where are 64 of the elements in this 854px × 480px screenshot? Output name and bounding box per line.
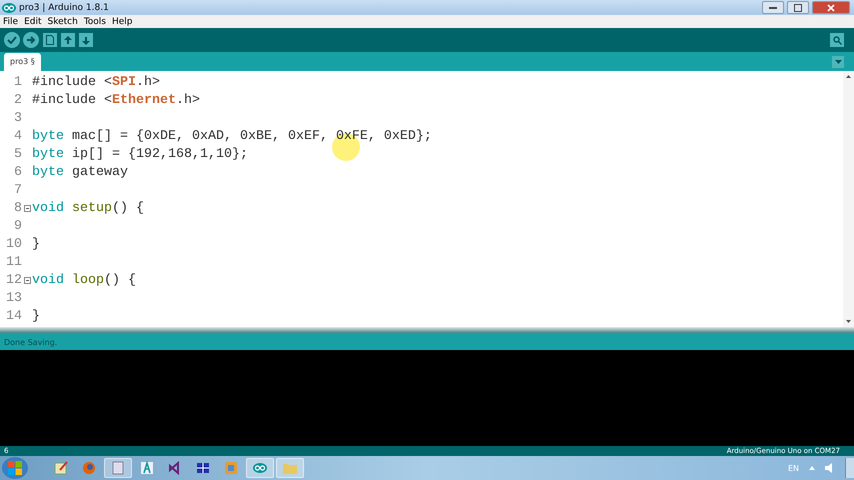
- code-line: }: [32, 236, 40, 252]
- code-line: #include <Ethernet.h>: [32, 92, 200, 108]
- arduino-app-icon[interactable]: [246, 458, 274, 478]
- document-icon: [46, 35, 54, 45]
- scroll-down-icon[interactable]: [846, 320, 851, 323]
- right-arrow-icon: [26, 36, 36, 44]
- maximize-icon: [794, 4, 802, 12]
- status-message: Done Saving.: [4, 338, 58, 346]
- maximize-button[interactable]: [787, 1, 809, 14]
- search-icon: [832, 36, 842, 44]
- line-number: 7: [13, 182, 22, 198]
- menu-item[interactable]: Help: [112, 16, 133, 26]
- line-number: 4: [13, 128, 22, 144]
- code-line: }: [32, 308, 40, 324]
- menu-item[interactable]: Edit: [24, 16, 42, 26]
- caret-icon: [834, 60, 842, 64]
- start-button[interactable]: [2, 457, 28, 479]
- code-line: #include <SPI.h>: [32, 74, 160, 90]
- document-app-icon[interactable]: [104, 458, 132, 478]
- sketch-tab[interactable]: pro3 §: [4, 53, 41, 71]
- speaker-icon[interactable]: [825, 463, 835, 473]
- line-number: 1: [13, 74, 22, 90]
- line-number: 5: [13, 146, 22, 162]
- code-line: byte gateway: [32, 164, 128, 180]
- scroll-up-icon[interactable]: [846, 75, 851, 78]
- collapse-icon[interactable]: [24, 204, 30, 212]
- show-desktop-button[interactable]: [845, 458, 854, 478]
- minimize-icon: [769, 6, 777, 9]
- four-squares-icon: [7, 460, 23, 476]
- new-button[interactable]: [43, 33, 57, 47]
- menu-item[interactable]: Tools: [84, 16, 106, 26]
- splitter-bar[interactable]: [0, 327, 854, 334]
- window-title: pro3 | Arduino 1.8.1: [19, 2, 109, 12]
- up-arrow-icon: [64, 36, 72, 44]
- upload-button[interactable]: [23, 32, 39, 48]
- line-number: 10: [5, 236, 22, 252]
- scrollbar[interactable]: [843, 71, 854, 327]
- open-button[interactable]: [61, 33, 75, 47]
- down-arrow-icon: [82, 36, 90, 44]
- line-number: 14: [5, 308, 22, 324]
- collapse-icon[interactable]: [24, 276, 30, 284]
- close-button[interactable]: [812, 1, 850, 14]
- caret-icon[interactable]: [809, 466, 815, 470]
- line-number: 2: [13, 92, 22, 108]
- serial-monitor-button[interactable]: [830, 33, 844, 47]
- line-number: 13: [5, 290, 22, 306]
- save-button[interactable]: [79, 33, 93, 47]
- minimize-button[interactable]: [762, 1, 784, 14]
- line-number: 3: [13, 110, 22, 126]
- check-icon: [7, 36, 17, 44]
- infinity-logo-icon: [2, 2, 16, 12]
- code-line: byte ip[] = {192,168,1,10};: [32, 146, 248, 162]
- verify-button[interactable]: [4, 32, 20, 48]
- menu-item[interactable]: Sketch: [48, 16, 78, 26]
- line-number: 9: [13, 218, 22, 234]
- line-number: 6: [13, 164, 22, 180]
- line-number: 8: [13, 200, 22, 216]
- line-number: 11: [5, 254, 22, 270]
- code-line: void setup() {: [32, 200, 144, 216]
- close-icon: [827, 4, 835, 12]
- tab-menu-button[interactable]: [832, 56, 844, 68]
- line-number: 12: [5, 272, 22, 288]
- menu-item[interactable]: File: [3, 16, 18, 26]
- code-line: void loop() {: [32, 272, 136, 288]
